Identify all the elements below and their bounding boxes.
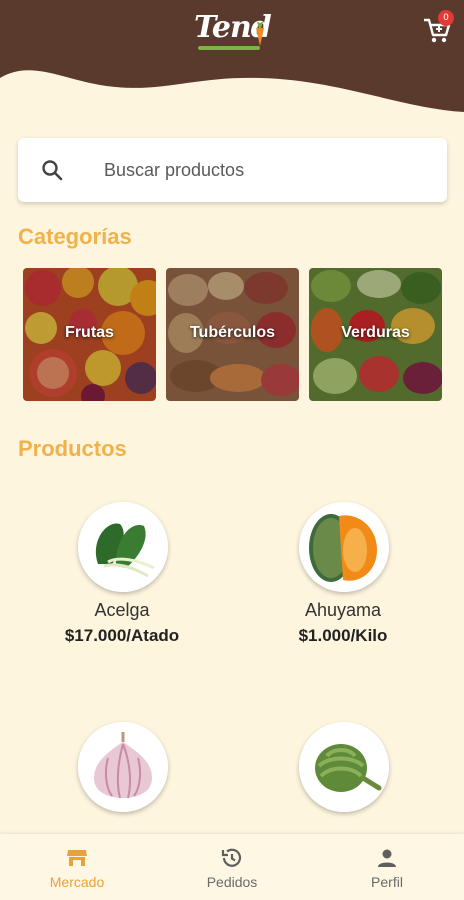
category-frutas[interactable]: Frutas bbox=[23, 268, 156, 401]
category-label: Frutas bbox=[65, 324, 114, 341]
category-label: Tubérculos bbox=[189, 324, 276, 341]
nav-label: Mercado bbox=[49, 874, 105, 890]
product-price: $17.000/Atado bbox=[64, 626, 180, 645]
nav-label: Perfil bbox=[371, 874, 403, 890]
categories-title: Categorías bbox=[18, 224, 132, 249]
product-name: Ahuyama bbox=[304, 600, 382, 620]
search-icon bbox=[42, 160, 63, 181]
products-title: Productos bbox=[18, 436, 127, 461]
app-logo: Tend bbox=[194, 8, 274, 54]
product-image bbox=[299, 502, 389, 592]
category-tuberculos[interactable]: Tubérculos bbox=[166, 268, 299, 401]
nav-perfil[interactable]: Perfil bbox=[310, 834, 464, 900]
category-label: Verduras bbox=[341, 324, 410, 341]
product-name: Acelga bbox=[94, 600, 150, 620]
alcachofa-image bbox=[299, 722, 389, 812]
cart-badge: 0 bbox=[438, 10, 454, 26]
app-header: Tend 0 bbox=[0, 0, 464, 115]
nav-mercado[interactable]: Mercado bbox=[0, 834, 154, 900]
history-icon bbox=[221, 848, 242, 867]
product-image bbox=[299, 722, 389, 812]
acelga-image bbox=[78, 502, 168, 592]
search-input[interactable] bbox=[104, 138, 424, 202]
ajo-image bbox=[78, 722, 168, 812]
store-icon bbox=[67, 850, 87, 866]
product-image bbox=[78, 722, 168, 812]
category-verduras[interactable]: Verduras bbox=[309, 268, 442, 401]
carrot-icon bbox=[256, 22, 264, 46]
product-price: $1.000/Kilo bbox=[298, 626, 388, 645]
person-icon bbox=[378, 849, 396, 867]
search-bar[interactable] bbox=[18, 138, 447, 202]
bottom-navigation: Mercado Pedidos Perfil bbox=[0, 834, 464, 900]
ahuyama-image bbox=[299, 502, 389, 592]
logo-underline bbox=[198, 46, 260, 50]
nav-label: Pedidos bbox=[206, 874, 258, 890]
nav-pedidos[interactable]: Pedidos bbox=[155, 834, 309, 900]
product-image bbox=[78, 502, 168, 592]
